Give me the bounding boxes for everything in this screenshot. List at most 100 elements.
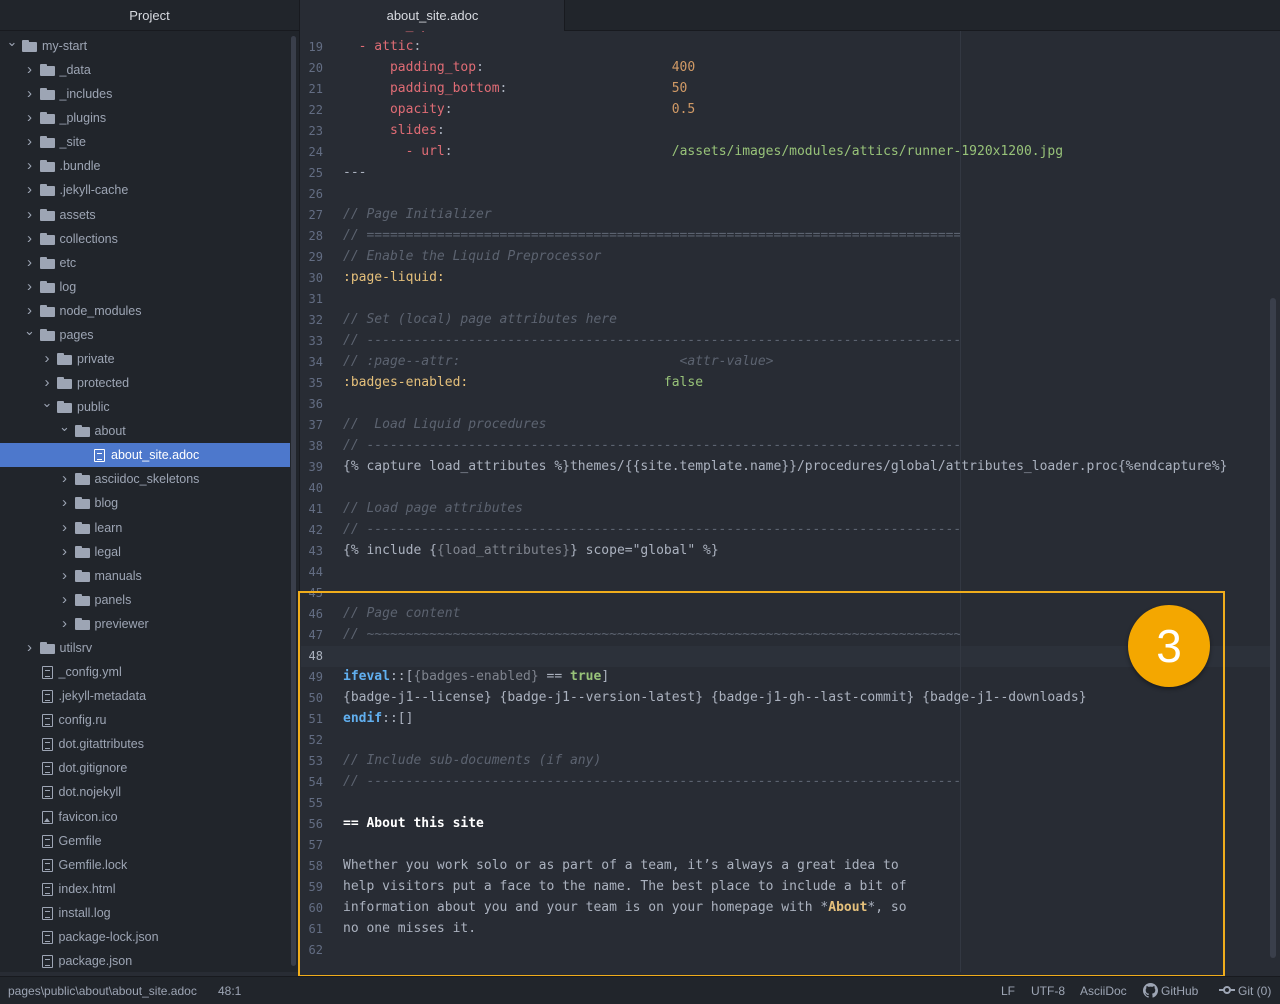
tree-file[interactable]: dot.gitignore — [0, 756, 290, 780]
tree-folder[interactable]: › private — [0, 347, 290, 371]
tree-folder[interactable]: › collections — [0, 227, 290, 251]
code-line[interactable]: // Page Initializer — [343, 207, 492, 222]
code-line[interactable]: {% capture load_attributes %}themes/{{si… — [343, 459, 1227, 474]
tree-folder[interactable]: › _site — [0, 130, 290, 154]
code-line[interactable]: // Enable the Liquid Preprocessor — [343, 249, 601, 264]
code-line[interactable]: // Load Liquid procedures — [343, 417, 547, 432]
code-line[interactable]: --- — [343, 165, 366, 180]
chevron-right-icon[interactable]: › — [59, 467, 71, 491]
tree-folder[interactable]: › utilsrv — [0, 636, 290, 660]
chevron-right-icon[interactable]: › — [24, 203, 36, 227]
tree-file[interactable]: dot.nojekyll — [0, 780, 290, 804]
tree-folder[interactable]: › node_modules — [0, 299, 290, 323]
tree-folder[interactable]: › _includes — [0, 82, 290, 106]
chevron-right-icon[interactable]: › — [24, 154, 36, 178]
chevron-right-icon[interactable]: › — [59, 516, 71, 540]
chevron-right-icon[interactable]: › — [41, 347, 53, 371]
chevron-right-icon[interactable]: › — [24, 178, 36, 202]
chevron-right-icon[interactable]: › — [59, 564, 71, 588]
chevron-right-icon[interactable]: › — [24, 82, 36, 106]
chevron-right-icon[interactable]: › — [24, 636, 36, 660]
tree-item-label: _plugins — [59, 111, 107, 126]
chevron-right-icon[interactable]: › — [24, 227, 36, 251]
tree-folder[interactable]: › etc — [0, 251, 290, 275]
status-file-path[interactable]: pages\public\about\about_site.adoc — [8, 977, 197, 1004]
tree-file[interactable]: about_site.adoc — [0, 443, 290, 468]
line-number: 35 — [308, 376, 323, 390]
tree-folder[interactable]: › asciidoc_skeletons — [0, 467, 290, 491]
code-line[interactable]: padding_bottom: 50 — [343, 81, 687, 96]
tree-file[interactable]: Gemfile — [0, 829, 290, 853]
code-line[interactable]: :badges-enabled: false — [343, 375, 703, 390]
tree-item-label: assets — [59, 207, 96, 222]
code-line[interactable]: // :page--attr: <attr-value> — [343, 354, 773, 369]
tree-folder[interactable]: › legal — [0, 540, 290, 564]
tree-folder[interactable]: › _plugins — [0, 106, 290, 130]
chevron-down-icon[interactable]: ⌄ — [41, 391, 53, 415]
tree-folder[interactable]: › blog — [0, 491, 290, 515]
editor-scrollbar[interactable] — [1270, 298, 1276, 958]
chevron-right-icon[interactable]: › — [24, 58, 36, 82]
chevron-right-icon[interactable]: › — [59, 491, 71, 515]
tree-folder[interactable]: ⌄ pages — [0, 323, 290, 347]
tree-folder[interactable]: › _data — [0, 58, 290, 82]
tree-folder[interactable]: › previewer — [0, 612, 290, 636]
tree-file[interactable]: dot.gitattributes — [0, 732, 290, 756]
tree-file[interactable]: Gemfile.lock — [0, 853, 290, 877]
tree-file[interactable]: .jekyll-metadata — [0, 684, 290, 708]
code-line[interactable]: opacity: 0.5 — [343, 102, 695, 117]
chevron-right-icon[interactable]: › — [59, 540, 71, 564]
tree-item-label: index.html — [58, 881, 116, 896]
chevron-down-icon[interactable]: ⌄ — [6, 30, 18, 54]
tree-file[interactable]: favicon.ico — [0, 805, 290, 829]
tree-folder[interactable]: › assets — [0, 203, 290, 227]
status-git[interactable]: Git (0) — [1219, 977, 1271, 1004]
tree-file[interactable]: config.ru — [0, 708, 290, 732]
tree-folder[interactable]: ⌄ public — [0, 395, 290, 419]
tree-folder[interactable]: › learn — [0, 516, 290, 540]
chevron-down-icon[interactable]: ⌄ — [59, 415, 71, 439]
code-line[interactable]: // -------------------------------------… — [343, 522, 961, 537]
code-line[interactable]: - attic: — [343, 39, 422, 54]
tree-item-label: learn — [94, 520, 123, 535]
code-line[interactable]: slides: — [343, 123, 445, 138]
status-cursor-position[interactable]: 48:1 — [218, 977, 241, 1004]
chevron-right-icon[interactable]: › — [24, 106, 36, 130]
status-grammar[interactable]: AsciiDoc — [1080, 977, 1127, 1004]
code-line[interactable]: // -------------------------------------… — [343, 438, 961, 453]
code-line[interactable]: // Set (local) page attributes here — [343, 312, 617, 327]
tree-file[interactable]: package.json — [0, 949, 290, 972]
chevron-right-icon[interactable]: › — [59, 612, 71, 636]
chevron-right-icon[interactable]: › — [24, 130, 36, 154]
tree-folder[interactable]: ⌄ my-start — [0, 34, 290, 58]
code-line[interactable]: :page-liquid: — [343, 270, 445, 285]
chevron-right-icon[interactable]: › — [24, 251, 36, 275]
tree-file[interactable]: package-lock.json — [0, 925, 290, 949]
tree-view-tab[interactable]: Project — [0, 0, 299, 31]
chevron-right-icon[interactable]: › — [24, 275, 36, 299]
tree-view-scrollbar[interactable] — [291, 36, 296, 966]
tree-folder[interactable]: › manuals — [0, 564, 290, 588]
code-line[interactable]: // -------------------------------------… — [343, 333, 961, 348]
status-github[interactable]: GitHub — [1143, 977, 1198, 1004]
status-line-ending[interactable]: LF — [1001, 977, 1015, 1004]
code-token: opacity — [389, 102, 445, 117]
tree-folder[interactable]: › .bundle — [0, 154, 290, 178]
chevron-right-icon[interactable]: › — [59, 588, 71, 612]
tree-file[interactable]: _config.yml — [0, 660, 290, 684]
tab-about-site-adoc[interactable]: about_site.adoc — [301, 0, 565, 31]
tree-folder[interactable]: ⌄ about — [0, 419, 290, 443]
code-line[interactable]: padding_top: 400 — [343, 60, 695, 75]
code-line[interactable]: {% include {{load_attributes}} scope="gl… — [343, 543, 719, 558]
tree-file[interactable]: index.html — [0, 877, 290, 901]
tree-folder[interactable]: › .jekyll-cache — [0, 178, 290, 202]
chevron-down-icon[interactable]: ⌄ — [24, 319, 36, 343]
tree-folder[interactable]: › panels — [0, 588, 290, 612]
status-encoding[interactable]: UTF-8 — [1031, 977, 1065, 1004]
code-line[interactable]: // =====================================… — [343, 228, 961, 243]
code-line[interactable]: - url: /assets/images/modules/attics/run… — [343, 144, 1063, 159]
code-line[interactable]: // Load page attributes — [343, 501, 523, 516]
tree-file[interactable]: install.log — [0, 901, 290, 925]
tree-folder[interactable]: › log — [0, 275, 290, 299]
